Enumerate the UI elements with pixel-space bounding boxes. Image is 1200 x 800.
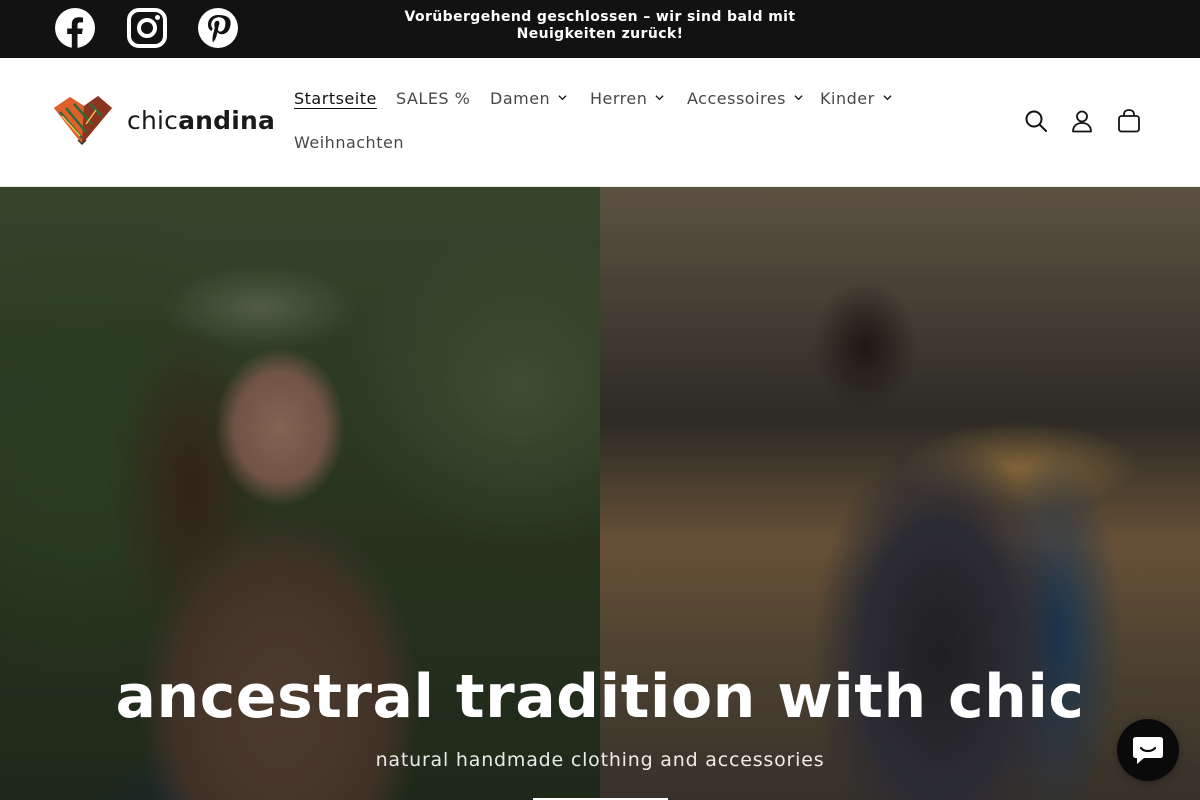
pinterest-icon[interactable] bbox=[198, 8, 238, 48]
site-header: chicandina Startseite SALES % Damen Herr… bbox=[0, 58, 1200, 187]
hero-banner: ancestral tradition with chic natural ha… bbox=[0, 187, 1200, 800]
logo-wordmark: chicandina bbox=[127, 106, 276, 135]
chat-button[interactable] bbox=[1117, 719, 1179, 781]
hero-title: ancestral tradition with chic bbox=[115, 662, 1085, 732]
logo[interactable]: chicandina bbox=[50, 94, 275, 150]
nav-kinder[interactable]: Kinder bbox=[820, 89, 892, 109]
chevron-down-icon bbox=[883, 95, 892, 101]
account-icon[interactable] bbox=[1069, 108, 1095, 134]
chat-bubble-icon bbox=[1133, 737, 1163, 764]
announcement-bar: Vorübergehend geschlossen – wir sind bal… bbox=[0, 0, 1200, 58]
facebook-icon[interactable] bbox=[55, 8, 95, 48]
chevron-down-icon bbox=[655, 95, 664, 101]
nav-weihnachten[interactable]: Weihnachten bbox=[294, 133, 404, 153]
cart-icon[interactable] bbox=[1116, 108, 1142, 134]
instagram-icon[interactable] bbox=[127, 8, 167, 48]
nav-accessoires[interactable]: Accessoires bbox=[687, 89, 803, 109]
nav-herren[interactable]: Herren bbox=[590, 89, 664, 109]
announcement-text: Vorübergehend geschlossen – wir sind bal… bbox=[404, 9, 796, 42]
search-icon[interactable] bbox=[1023, 108, 1049, 134]
chevron-down-icon bbox=[794, 95, 803, 101]
logo-mark-icon bbox=[54, 96, 112, 146]
chevron-down-icon bbox=[558, 95, 567, 101]
nav-damen[interactable]: Damen bbox=[490, 89, 567, 109]
hero-subtitle: natural handmade clothing and accessorie… bbox=[375, 749, 825, 771]
nav-sales[interactable]: SALES % bbox=[396, 89, 470, 109]
nav-startseite[interactable]: Startseite bbox=[294, 89, 377, 109]
